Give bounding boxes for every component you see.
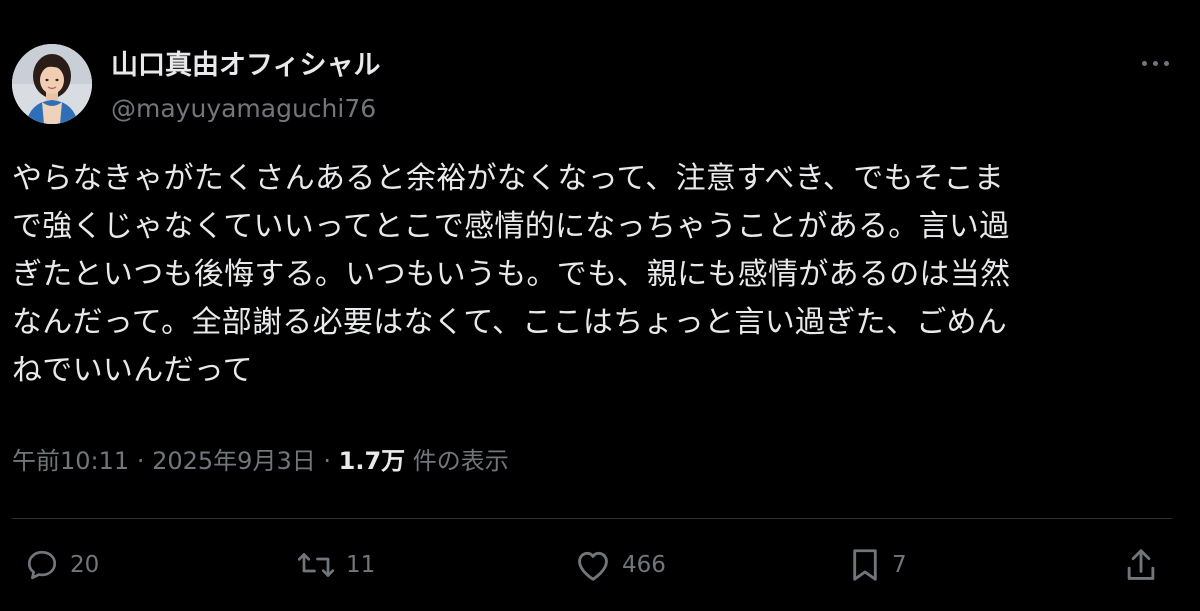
- tweet-text-line: で強くじゃなくていいってとこで感情的になっちゃうことがある。言い過: [12, 209, 1010, 244]
- retweet-count: 11: [346, 552, 376, 578]
- tweet: 山口真由オフィシャル @mayuyamaguchi76 やらなきゃがたくさんある…: [0, 0, 1200, 611]
- like-button[interactable]: 466: [574, 545, 666, 585]
- meta-separator: ·: [323, 447, 331, 475]
- tweet-meta: 午前10:11 · 2025年9月3日 · 1.7万 件の表示: [12, 445, 509, 477]
- reply-button[interactable]: 20: [24, 545, 99, 585]
- tweet-time[interactable]: 午前10:11: [12, 447, 129, 475]
- views-label: 件の表示: [412, 447, 509, 475]
- bookmark-icon: [853, 549, 877, 581]
- retweet-icon: [297, 553, 335, 577]
- share-button[interactable]: [1124, 545, 1158, 585]
- bookmark-count: 7: [892, 552, 907, 578]
- tweet-text-line: やらなきゃがたくさんあると余裕がなくなって、注意すべき、でもそこま: [12, 161, 1005, 196]
- avatar[interactable]: [12, 44, 92, 124]
- meta-separator: ·: [136, 447, 145, 475]
- display-name[interactable]: 山口真由オフィシャル: [111, 49, 380, 83]
- user-handle[interactable]: @mayuyamaguchi76: [111, 94, 376, 124]
- tweet-text-line: なんだって。全部謝る必要はなくて、ここはちょっと言い過ぎた、ごめん: [12, 305, 1008, 340]
- tweet-date[interactable]: 2025年9月3日: [152, 447, 316, 475]
- divider: [12, 518, 1172, 519]
- bookmark-button[interactable]: 7: [848, 545, 907, 585]
- views-count: 1.7万: [338, 447, 406, 475]
- heart-icon: [578, 551, 608, 581]
- more-icon[interactable]: [1134, 50, 1178, 78]
- like-count: 466: [622, 552, 666, 578]
- avatar-photo: [12, 44, 92, 124]
- reply-icon: [27, 550, 57, 580]
- tweet-text-line: ねでいいんだって: [12, 353, 253, 388]
- tweet-text-line: ぎたといつも後悔する。いつもいうも。でも、親にも感情があるのは当然: [12, 257, 1011, 292]
- reply-count: 20: [70, 552, 100, 578]
- retweet-button[interactable]: 11: [296, 545, 375, 585]
- share-icon: [1127, 549, 1155, 580]
- tweet-text: やらなきゃがたくさんあると余裕がなくなって、注意すべき、でもそこま で強くじゃな…: [12, 155, 1172, 395]
